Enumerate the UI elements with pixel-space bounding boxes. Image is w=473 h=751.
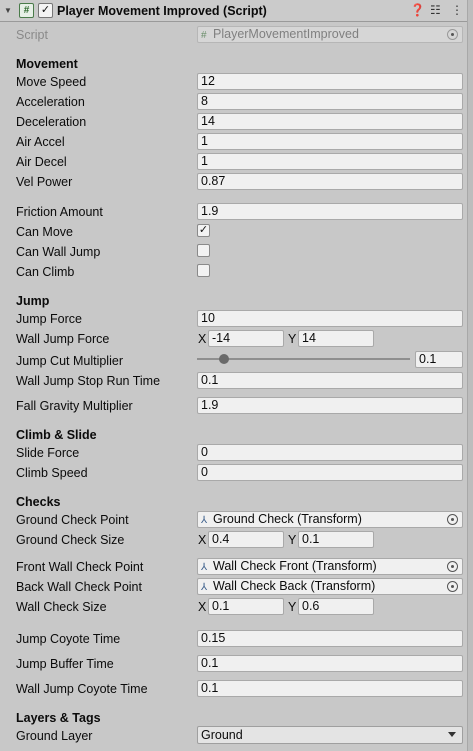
ground-check-point-label: Ground Check Point <box>16 513 129 527</box>
acceleration-label: Acceleration <box>16 95 85 109</box>
move-speed-label: Move Speed <box>16 75 87 89</box>
deceleration-label: Deceleration <box>16 115 87 129</box>
object-picker-target-icon[interactable] <box>447 514 458 525</box>
ground-check-size-x-label: X <box>198 533 207 547</box>
fall-gravity-multiplier-input[interactable]: 1.9 <box>197 397 463 414</box>
air-accel-label: Air Accel <box>16 135 65 149</box>
script-hash-icon: # <box>201 30 207 41</box>
section-climb-slide: Climb & Slide <box>16 428 97 442</box>
jump-force-input[interactable]: 10 <box>197 310 463 327</box>
air-decel-input[interactable]: 1 <box>197 153 463 170</box>
acceleration-input[interactable]: 8 <box>197 93 463 110</box>
front-wall-check-point-label: Front Wall Check Point <box>16 560 144 574</box>
component-title: Player Movement Improved (Script) <box>57 4 267 18</box>
transform-icon: ⅄ <box>201 582 208 593</box>
can-climb-label: Can Climb <box>16 265 75 279</box>
wall-jump-force-x-label: X <box>198 332 207 346</box>
kebab-menu-icon[interactable]: ⋮ <box>451 3 463 17</box>
inspector-panel: ▼ # ✓ Player Movement Improved (Script) … <box>0 0 473 751</box>
jump-coyote-time-input[interactable]: 0.15 <box>197 630 463 647</box>
jump-buffer-time-label: Jump Buffer Time <box>16 657 114 671</box>
can-move-label: Can Move <box>16 225 73 239</box>
wall-jump-force-x-input[interactable]: -14 <box>208 330 284 347</box>
help-icon[interactable]: ❓ <box>410 3 425 17</box>
object-picker-target-icon[interactable] <box>447 581 458 592</box>
climb-speed-input[interactable]: 0 <box>197 464 463 481</box>
climb-speed-label: Climb Speed <box>16 466 88 480</box>
inspector-scrollbar[interactable] <box>467 0 473 751</box>
script-label: Script <box>16 28 48 42</box>
object-picker-target-icon <box>447 29 458 40</box>
wall-jump-stop-run-time-input[interactable]: 0.1 <box>197 372 463 389</box>
air-accel-input[interactable]: 1 <box>197 133 463 150</box>
can-move-checkbox[interactable]: ✓ <box>197 224 210 237</box>
script-object-field: # PlayerMovementImproved <box>197 26 463 43</box>
front-wall-check-point-object-field[interactable]: ⅄ Wall Check Front (Transform) <box>197 558 463 575</box>
wall-check-size-label: Wall Check Size <box>16 600 107 614</box>
script-hash-icon: # <box>19 3 34 18</box>
section-movement: Movement <box>16 57 78 71</box>
vel-power-input[interactable]: 0.87 <box>197 173 463 190</box>
back-wall-check-point-label: Back Wall Check Point <box>16 580 142 594</box>
slide-force-input[interactable]: 0 <box>197 444 463 461</box>
wall-jump-coyote-time-label: Wall Jump Coyote Time <box>16 682 148 696</box>
ground-check-size-y-input[interactable]: 0.1 <box>298 531 374 548</box>
wall-jump-stop-run-time-label: Wall Jump Stop Run Time <box>16 374 161 388</box>
wall-check-size-y-input[interactable]: 0.6 <box>298 598 374 615</box>
wall-check-size-x-label: X <box>198 600 207 614</box>
deceleration-input[interactable]: 14 <box>197 113 463 130</box>
jump-cut-multiplier-label: Jump Cut Multiplier <box>16 354 123 368</box>
jump-cut-multiplier-input[interactable]: 0.1 <box>415 351 463 368</box>
air-decel-label: Air Decel <box>16 155 67 169</box>
transform-icon: ⅄ <box>201 562 208 573</box>
ground-check-size-x-input[interactable]: 0.4 <box>208 531 284 548</box>
component-enabled-checkbox[interactable]: ✓ <box>38 3 53 18</box>
can-wall-jump-checkbox[interactable] <box>197 244 210 257</box>
ground-layer-dropdown[interactable]: Ground <box>197 726 463 744</box>
slide-force-label: Slide Force <box>16 446 80 460</box>
ground-check-size-label: Ground Check Size <box>16 533 125 547</box>
ground-check-size-y-label: Y <box>288 533 297 547</box>
jump-force-label: Jump Force <box>16 312 82 326</box>
ground-layer-selected-value: Ground <box>201 728 243 742</box>
wall-check-size-x-input[interactable]: 0.1 <box>208 598 284 615</box>
section-layers-tags: Layers & Tags <box>16 711 101 725</box>
section-checks: Checks <box>16 495 61 509</box>
section-jump: Jump <box>16 294 50 308</box>
ground-layer-label: Ground Layer <box>16 729 93 743</box>
jump-cut-multiplier-slider-thumb[interactable] <box>219 354 230 364</box>
transform-icon: ⅄ <box>201 515 208 526</box>
wall-jump-coyote-time-input[interactable]: 0.1 <box>197 680 463 697</box>
friction-amount-input[interactable]: 1.9 <box>197 203 463 220</box>
friction-amount-label: Friction Amount <box>16 205 103 219</box>
can-climb-checkbox[interactable] <box>197 264 210 277</box>
jump-buffer-time-input[interactable]: 0.1 <box>197 655 463 672</box>
wall-jump-force-label: Wall Jump Force <box>16 332 110 346</box>
component-header[interactable]: ▼ # ✓ Player Movement Improved (Script) … <box>0 0 469 22</box>
presets-sliders-icon[interactable]: ☷ <box>430 3 441 17</box>
object-picker-target-icon[interactable] <box>447 561 458 572</box>
fall-gravity-multiplier-label: Fall Gravity Multiplier <box>16 399 133 413</box>
foldout-triangle-icon[interactable]: ▼ <box>4 6 12 15</box>
can-wall-jump-label: Can Wall Jump <box>16 245 101 259</box>
wall-check-size-y-label: Y <box>288 600 297 614</box>
wall-jump-force-y-input[interactable]: 14 <box>298 330 374 347</box>
jump-coyote-time-label: Jump Coyote Time <box>16 632 121 646</box>
back-wall-check-point-object-field[interactable]: ⅄ Wall Check Back (Transform) <box>197 578 463 595</box>
move-speed-input[interactable]: 12 <box>197 73 463 90</box>
chevron-down-icon <box>448 732 456 737</box>
vel-power-label: Vel Power <box>16 175 73 189</box>
wall-jump-force-y-label: Y <box>288 332 297 346</box>
ground-check-point-object-field[interactable]: ⅄ Ground Check (Transform) <box>197 511 463 528</box>
